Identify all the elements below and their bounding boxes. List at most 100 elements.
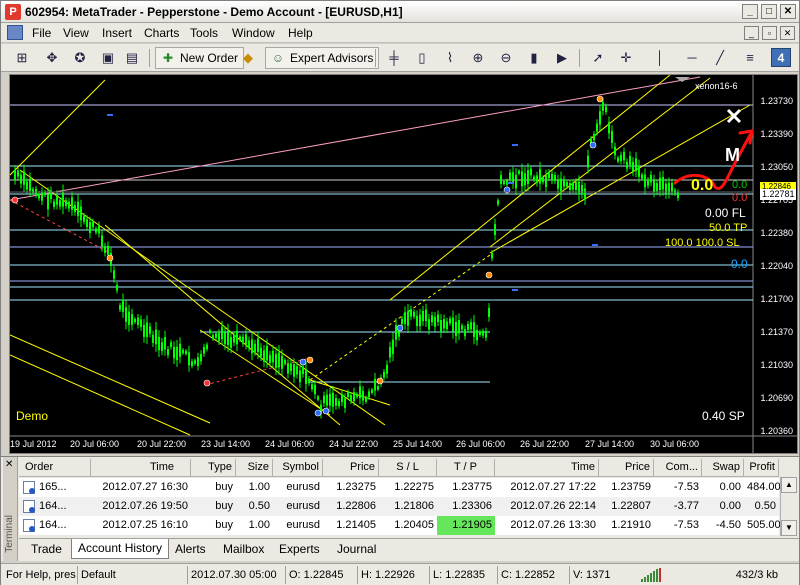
terminal-scrollbar[interactable]: ▲ ▼ (780, 477, 797, 536)
tab-account-history[interactable]: Account History (71, 539, 170, 559)
column-header[interactable]: Profit (744, 459, 779, 477)
bar-chart-icon[interactable]: ╪ (385, 49, 403, 67)
tab-alerts[interactable]: Alerts (169, 540, 212, 558)
minimize-button[interactable]: _ (742, 4, 758, 19)
table-cell: 1.21806 (394, 500, 434, 512)
candle-body (524, 173, 526, 186)
candle-body (293, 364, 295, 377)
candle-body (200, 354, 202, 362)
candle-body (545, 175, 547, 187)
table-cell: buy (215, 481, 233, 493)
candle-body (311, 384, 313, 390)
menu-window[interactable]: Window (232, 26, 275, 40)
metaeditor-icon[interactable]: ◆ (239, 49, 257, 67)
zoom-out-icon[interactable]: ⊖ (497, 49, 515, 67)
navigator-icon[interactable]: ✪ (71, 49, 89, 67)
column-header[interactable]: Time (91, 459, 191, 477)
current-price-marker: 1.22781 (760, 189, 796, 200)
tab-journal[interactable]: Journal (331, 540, 382, 558)
tab-trade[interactable]: Trade (25, 540, 68, 558)
candle-body (134, 318, 136, 323)
mdi-close-button[interactable]: ✕ (780, 26, 795, 40)
column-header[interactable]: Type (191, 459, 236, 477)
horizontal-line-icon[interactable]: ─ (683, 49, 701, 67)
line-chart-icon[interactable]: ⌇ (441, 49, 459, 67)
trade-marker (306, 356, 314, 364)
candle-body (194, 360, 196, 364)
candle-body (323, 395, 325, 404)
candle-body (413, 311, 415, 317)
market-watch-icon[interactable]: ▣ (99, 49, 117, 67)
time-tick: 24 Jul 22:00 (329, 439, 379, 449)
candle-body (215, 333, 217, 338)
column-header[interactable]: Com... (654, 459, 702, 477)
candle-body (431, 315, 433, 323)
menu-insert[interactable]: Insert (102, 26, 132, 40)
status-bar: For Help, pres Default 2012.07.30 05:00 … (1, 563, 799, 585)
maximize-button[interactable]: □ (761, 4, 777, 19)
mdi-restore-button[interactable]: ▫ (762, 26, 777, 40)
table-cell: 0.50 (754, 500, 776, 512)
price-chart[interactable]: xenon16-6 M 0.0 0.0 0.0 0.00 FL 50.0 TP … (9, 74, 798, 454)
candle-body (38, 193, 40, 199)
close-button[interactable]: ✕ (780, 4, 796, 19)
candle-body (440, 320, 442, 332)
menu-charts[interactable]: Charts (144, 26, 179, 40)
menu-tools[interactable]: Tools (190, 26, 218, 40)
new-chart-icon[interactable]: ⊞ (13, 49, 31, 67)
tab-mailbox[interactable]: Mailbox (217, 540, 270, 558)
column-header[interactable]: Swap (702, 459, 744, 477)
toolbar-badge[interactable]: 4 (771, 48, 791, 67)
candle-body (152, 334, 154, 344)
column-header[interactable]: T / P (437, 459, 495, 477)
zoom-in-icon[interactable]: ⊕ (469, 49, 487, 67)
candle-body (68, 201, 70, 209)
column-header[interactable]: Time (495, 459, 599, 477)
menu-view[interactable]: View (63, 26, 89, 40)
menu-file[interactable]: File (32, 26, 51, 40)
trendline-icon[interactable]: ╱ (711, 49, 729, 67)
new-order-button[interactable]: ✚ New Order (155, 47, 245, 69)
chart-window-icon[interactable] (7, 25, 23, 40)
candle-body (644, 174, 646, 188)
crosshair-icon[interactable]: ✛ (617, 49, 635, 67)
data-window-icon[interactable]: ▤ (123, 49, 141, 67)
candle-body (551, 173, 553, 181)
candle-body (563, 179, 565, 187)
candle-body (257, 338, 259, 353)
autoscroll-icon[interactable]: ▶ (553, 49, 571, 67)
table-cell: buy (215, 519, 233, 531)
column-header[interactable]: Price (599, 459, 654, 477)
cursor-icon[interactable]: ➚ (589, 49, 607, 67)
fibonacci-icon[interactable]: ≡ (741, 49, 759, 67)
candle-body (203, 347, 205, 354)
mdi-minimize-button[interactable]: _ (744, 26, 759, 40)
candle-body (146, 322, 148, 337)
candle-body (503, 181, 505, 185)
crosshair-move-icon[interactable]: ✥ (43, 49, 61, 67)
menu-help[interactable]: Help (288, 26, 313, 40)
spread-value: 0.40 SP (702, 409, 745, 423)
scroll-up-icon[interactable]: ▲ (781, 477, 797, 493)
scroll-down-icon[interactable]: ▼ (781, 520, 797, 536)
candle-body (581, 185, 583, 195)
candle-body (278, 352, 280, 368)
candle-body (80, 206, 82, 221)
column-header[interactable]: Symbol (273, 459, 323, 477)
chart-shift-icon[interactable]: ▮ (525, 49, 543, 67)
column-header[interactable]: Size (236, 459, 273, 477)
tab-experts[interactable]: Experts (273, 540, 326, 558)
column-header[interactable]: Order (19, 459, 91, 477)
price-tick: 1.23730 (760, 96, 793, 106)
column-header[interactable]: S / L (379, 459, 437, 477)
candle-body (662, 176, 664, 190)
candle-body (428, 319, 430, 330)
trade-marker (485, 271, 493, 279)
candle-body (248, 340, 250, 348)
candlestick-icon[interactable]: ▯ (413, 49, 431, 67)
vertical-line-icon[interactable]: │ (651, 49, 669, 67)
expert-advisors-button[interactable]: ☺ Expert Advisors (265, 47, 380, 69)
terminal-close-button[interactable]: ✕ (5, 459, 13, 470)
candle-body (287, 363, 289, 374)
column-header[interactable]: Price (323, 459, 379, 477)
